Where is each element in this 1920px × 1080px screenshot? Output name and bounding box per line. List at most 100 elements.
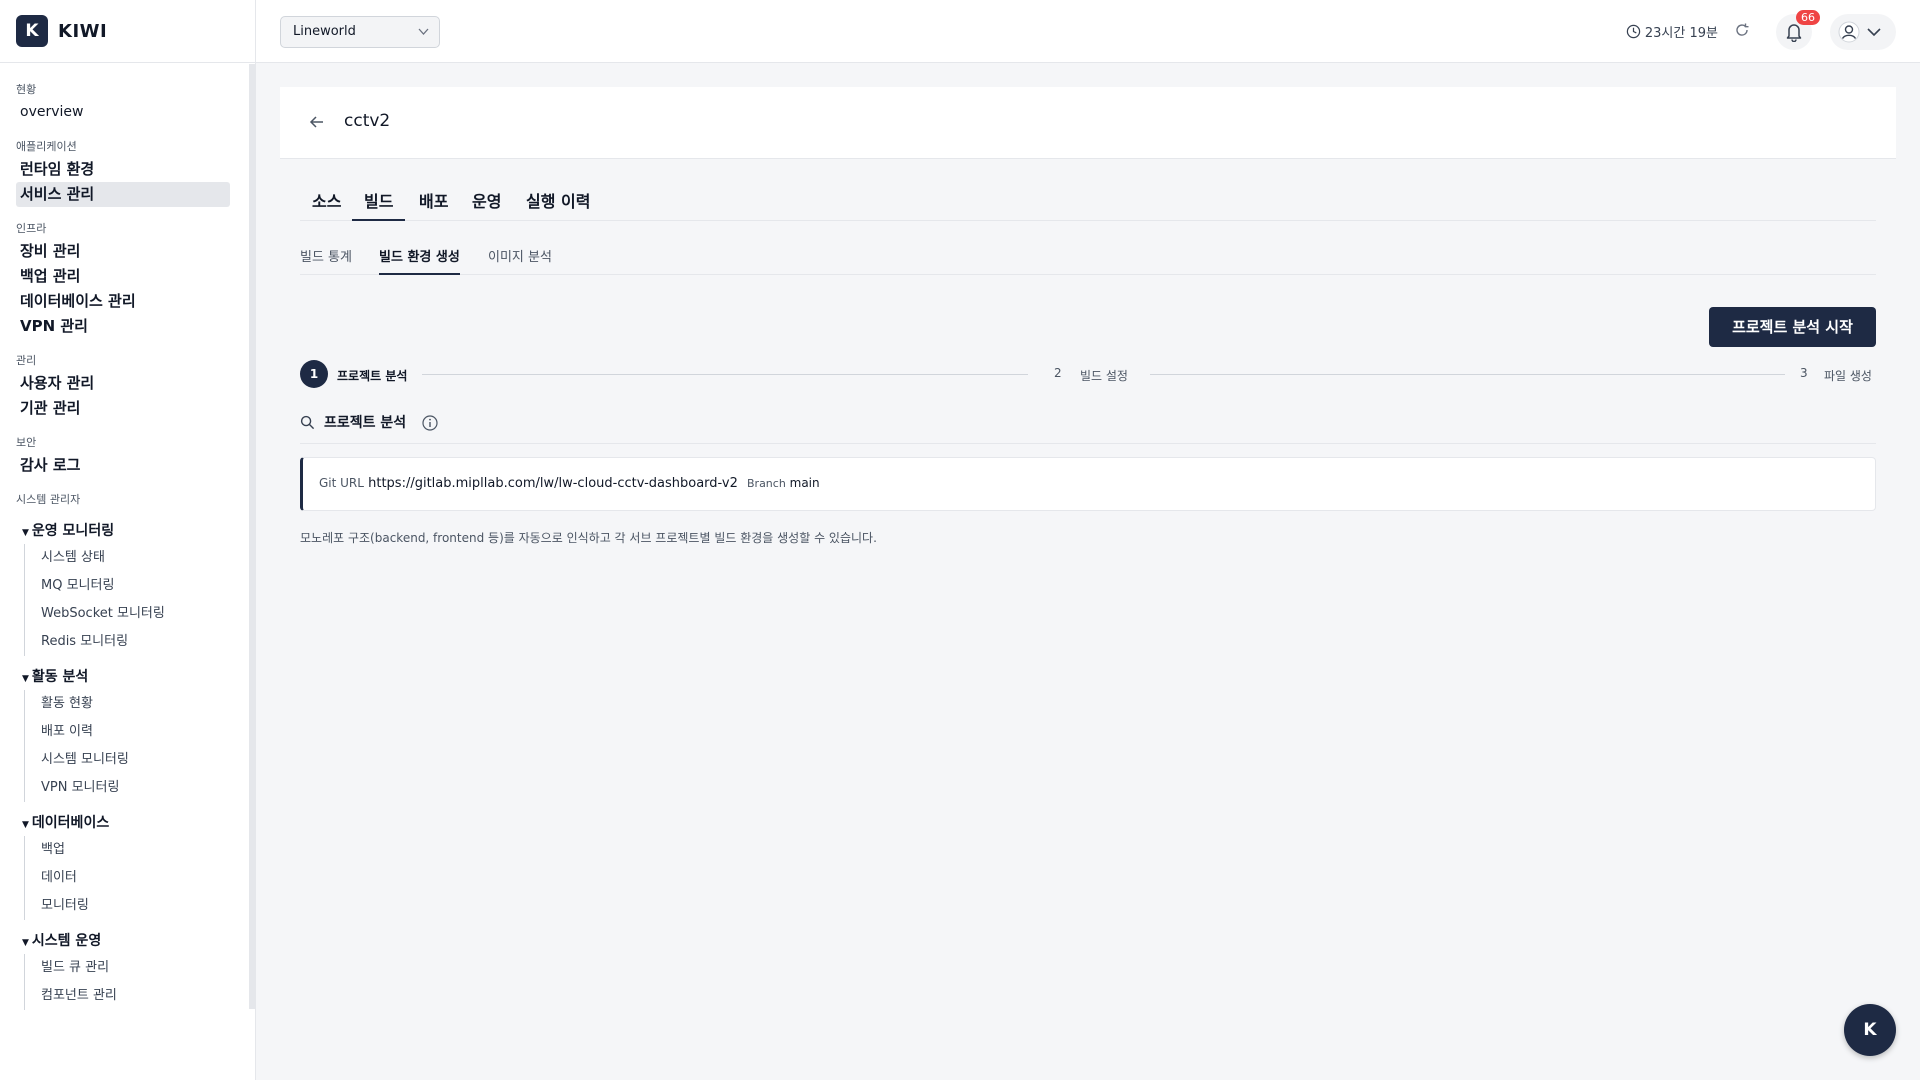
branch-label: Branch xyxy=(747,477,786,490)
sidebar-item-build-queue[interactable]: 빌드 큐 관리 xyxy=(25,954,250,982)
page-title: cctv2 xyxy=(344,111,391,131)
branch-value: main xyxy=(789,476,820,490)
nav-group-label: 운영 모니터링 xyxy=(31,523,115,539)
caret-down-icon: ▼ xyxy=(22,820,29,830)
branch-row: Branch main xyxy=(747,476,820,490)
notification-badge: 66 xyxy=(1796,10,1820,25)
nav-section-title: 시스템 관리자 xyxy=(16,493,81,506)
sidebar-item-backup[interactable]: 백업 관리 xyxy=(16,264,230,289)
sidebar-item-equipment[interactable]: 장비 관리 xyxy=(16,239,230,264)
sub-tabs: 빌드 통계 빌드 환경 생성 이미지 분석 xyxy=(300,236,1876,275)
step-1-label: 프로젝트 분석 xyxy=(337,369,408,383)
sidebar-item-audit-log[interactable]: 감사 로그 xyxy=(16,453,230,478)
step-3-label: 파일 생성 xyxy=(1824,369,1872,383)
sidebar: K KIWI 현황 overview 애플리케이션 런타임 환경 서비스 관리 … xyxy=(0,0,256,1080)
sidebar-item-mq-monitoring[interactable]: MQ 모니터링 xyxy=(25,572,250,600)
session-timer: 23시간 19분 xyxy=(1626,22,1718,41)
chevron-down-icon xyxy=(418,17,429,59)
repository-info-card: Git URL https://gitlab.mipllab.com/lw/lw… xyxy=(300,457,1876,511)
sidebar-item-system-status[interactable]: 시스템 상태 xyxy=(25,544,250,572)
step-1-circle: 1 xyxy=(300,360,328,388)
org-select-value: Lineworld xyxy=(293,24,356,39)
main-tabs: 소스 빌드 배포 운영 실행 이력 xyxy=(300,180,1876,221)
sidebar-item-db-data[interactable]: 데이터 xyxy=(25,864,250,892)
tab-source[interactable]: 소스 xyxy=(312,188,341,221)
step-3-number: 3 xyxy=(1800,366,1808,380)
step-2-label: 빌드 설정 xyxy=(1080,369,1128,383)
stepper: 1 프로젝트 분석 2 빌드 설정 3 파일 생성 xyxy=(300,360,1876,388)
tab-build[interactable]: 빌드 xyxy=(352,188,406,221)
sidebar-item-deploy-history[interactable]: 배포 이력 xyxy=(25,718,250,746)
nav-sub-list: 활동 현황 배포 이력 시스템 모니터링 VPN 모니터링 xyxy=(24,690,250,802)
nav-sub-list: 빌드 큐 관리 컴포넌트 관리 xyxy=(24,954,250,1010)
nav-section-title: 보안 xyxy=(16,436,37,449)
sidebar-item-database[interactable]: 데이터베이스 관리 xyxy=(16,289,230,314)
tab-run-history[interactable]: 실행 이력 xyxy=(526,188,590,221)
back-arrow-icon[interactable] xyxy=(308,113,326,135)
sidebar-item-service-management[interactable]: 서비스 관리 xyxy=(16,182,230,207)
nav-group-activity-analysis[interactable]: ▼ 활동 분석 xyxy=(0,664,250,690)
nav-group-database[interactable]: ▼ 데이터베이스 xyxy=(0,810,250,836)
tab-operation[interactable]: 운영 xyxy=(472,188,501,221)
tab-deploy[interactable]: 배포 xyxy=(419,188,448,221)
search-icon xyxy=(300,415,315,430)
sidebar-item-db-monitoring[interactable]: 모니터링 xyxy=(25,892,250,920)
git-url-value: https://gitlab.mipllab.com/lw/lw-cloud-c… xyxy=(368,476,738,491)
nav-group-ops-monitoring[interactable]: ▼ 운영 모니터링 xyxy=(0,518,250,544)
nav-section-title: 인프라 xyxy=(16,222,47,235)
sidebar-item-vpn[interactable]: VPN 관리 xyxy=(16,314,230,339)
step-2-number: 2 xyxy=(1054,366,1062,380)
subtab-build-stats[interactable]: 빌드 통계 xyxy=(300,246,352,275)
sidebar-item-vpn-monitoring[interactable]: VPN 모니터링 xyxy=(25,774,250,802)
nav-group-label: 활동 분석 xyxy=(31,669,89,685)
page-header: cctv2 xyxy=(280,87,1896,159)
info-icon[interactable] xyxy=(422,415,438,431)
chevron-down-icon xyxy=(1867,28,1881,37)
floating-assistant-button[interactable]: K xyxy=(1844,1004,1896,1056)
sidebar-item-system-monitoring[interactable]: 시스템 모니터링 xyxy=(25,746,250,774)
step-connector xyxy=(1150,374,1785,375)
step-connector xyxy=(422,374,1028,375)
subtab-build-env-create[interactable]: 빌드 환경 생성 xyxy=(379,246,460,275)
caret-down-icon: ▼ xyxy=(22,528,29,538)
nav-section-title: 현황 xyxy=(16,83,37,96)
sidebar-scrollbar[interactable] xyxy=(249,64,255,1009)
nav-group-system-ops[interactable]: ▼ 시스템 운영 xyxy=(0,928,250,954)
sidebar-item-activity-status[interactable]: 활동 현황 xyxy=(25,690,250,718)
nav-group-label: 시스템 운영 xyxy=(31,933,102,949)
nav-sub-list: 백업 데이터 모니터링 xyxy=(24,836,250,920)
start-analysis-button[interactable]: 프로젝트 분석 시작 xyxy=(1709,307,1876,347)
analysis-hint-text: 모노레포 구조(backend, frontend 등)를 자동으로 인식하고 … xyxy=(300,531,877,545)
sidebar-item-db-backup[interactable]: 백업 xyxy=(25,836,250,864)
sidebar-item-overview[interactable]: overview xyxy=(16,100,230,125)
sidebar-item-redis-monitoring[interactable]: Redis 모니터링 xyxy=(25,628,250,656)
git-url-label: Git URL xyxy=(319,476,364,490)
org-select[interactable]: Lineworld xyxy=(280,16,440,48)
brand-name[interactable]: KIWI xyxy=(58,21,107,42)
session-remaining: 23시간 19분 xyxy=(1644,26,1718,41)
caret-down-icon: ▼ xyxy=(22,674,29,684)
sidebar-nav: 현황 overview 애플리케이션 런타임 환경 서비스 관리 인프라 장비 … xyxy=(0,64,250,1080)
nav-section-title: 애플리케이션 xyxy=(16,140,77,153)
user-menu[interactable] xyxy=(1830,14,1896,50)
sidebar-item-websocket-monitoring[interactable]: WebSocket 모니터링 xyxy=(25,600,250,628)
nav-group-label: 데이터베이스 xyxy=(31,815,110,831)
section-title: 프로젝트 분석 xyxy=(324,415,407,431)
brand[interactable]: K KIWI xyxy=(0,0,255,63)
sidebar-item-users[interactable]: 사용자 관리 xyxy=(16,371,230,396)
sidebar-item-components[interactable]: 컴포넌트 관리 xyxy=(25,982,250,1010)
subtab-image-analysis[interactable]: 이미지 분석 xyxy=(488,246,552,275)
nav-section-title: 관리 xyxy=(16,354,37,367)
caret-down-icon: ▼ xyxy=(22,938,29,948)
git-url-row: Git URL https://gitlab.mipllab.com/lw/lw… xyxy=(319,476,738,491)
analysis-section-header: 프로젝트 분석 xyxy=(300,410,1876,444)
brand-logo[interactable]: K xyxy=(16,15,48,47)
sidebar-item-runtime[interactable]: 런타임 환경 xyxy=(16,157,230,182)
clock-icon xyxy=(1626,24,1641,39)
topbar: Lineworld 23시간 19분 66 xyxy=(256,0,1920,63)
refresh-icon[interactable] xyxy=(1734,21,1750,43)
user-icon xyxy=(1838,21,1860,43)
bell-icon xyxy=(1786,24,1802,42)
sidebar-item-organizations[interactable]: 기관 관리 xyxy=(16,396,230,421)
nav-sub-list: 시스템 상태 MQ 모니터링 WebSocket 모니터링 Redis 모니터링 xyxy=(24,544,250,656)
